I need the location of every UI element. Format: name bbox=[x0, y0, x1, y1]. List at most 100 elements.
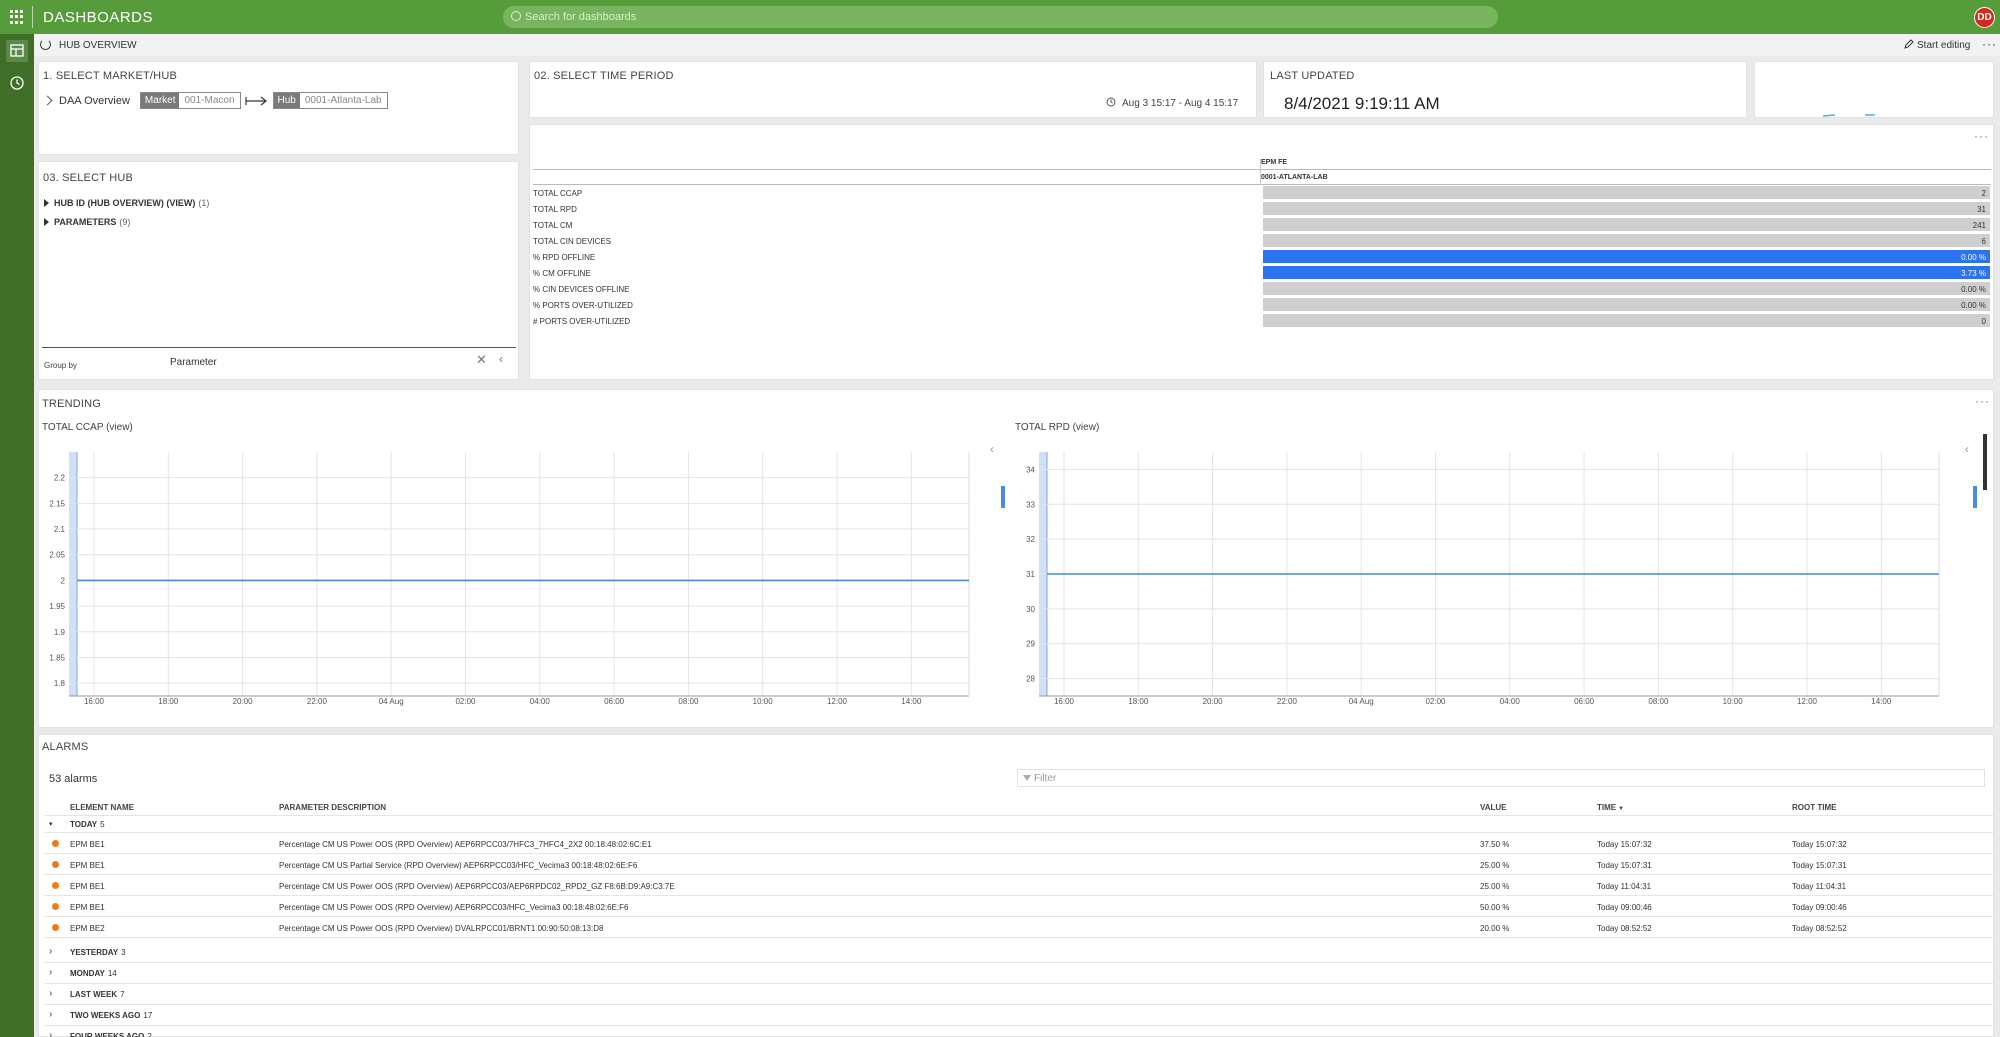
trending-more-icon[interactable]: ··· bbox=[1975, 394, 1990, 408]
search-placeholder: Search for dashboards bbox=[525, 11, 637, 23]
kpi-value-cell[interactable]: 0 bbox=[1263, 314, 1990, 327]
kpi-column-header: EPM FE bbox=[1261, 159, 1288, 166]
search-icon bbox=[511, 11, 521, 21]
start-editing-button[interactable]: Start editing bbox=[1904, 39, 1970, 51]
alarm-row[interactable]: EPM BE1 Percentage CM US Power OOS (RPD O… bbox=[44, 836, 1994, 853]
kpi-row: TOTAL CCAP 2 bbox=[533, 186, 2000, 199]
expand-chevron-icon[interactable] bbox=[42, 95, 53, 106]
kpi-more-icon[interactable]: ··· bbox=[1974, 129, 1989, 143]
expand-triangle-icon bbox=[44, 218, 49, 226]
alarm-cell-root: Today 15:07:31 bbox=[1792, 861, 1847, 870]
chart-range-band bbox=[69, 452, 77, 696]
alarm-severity-icon bbox=[52, 903, 59, 910]
kpi-value-cell[interactable]: 31 bbox=[1263, 202, 1990, 215]
kpi-value-cell[interactable]: 0.00 % bbox=[1263, 282, 1990, 295]
chart-ccap: 16:00 18:00 20:00 22:00 04 Aug 02:00 04:00 06:0… bbox=[49, 452, 970, 706]
tree-item-hub-id[interactable]: HUB ID (HUB OVERVIEW) (VIEW) (1) bbox=[44, 198, 209, 208]
time-range-picker[interactable]: Aug 3 15:17 - Aug 4 15:17 bbox=[1106, 97, 1238, 109]
alarm-row[interactable]: EPM BE1 Percentage CM US Partial Service … bbox=[44, 857, 1994, 874]
alarm-cell-element: EPM BE1 bbox=[70, 861, 105, 870]
chart-x-tick-label: 18:00 bbox=[158, 697, 179, 706]
chart-y-tick-label: 34 bbox=[1026, 465, 1035, 474]
alarm-cell-element: EPM BE1 bbox=[70, 882, 105, 891]
chart-x-tick-label: 22:00 bbox=[307, 697, 328, 706]
chart-x-tick-label: 06:00 bbox=[1574, 697, 1595, 706]
kpi-row: # PORTS OVER-UTILIZED 0 bbox=[533, 314, 2000, 327]
chart-rpd-scroll-handle[interactable] bbox=[1973, 486, 1977, 508]
user-avatar[interactable]: DD bbox=[1974, 7, 1995, 28]
alarm-row[interactable]: EPM BE1 Percentage CM US Power OOS (RPD O… bbox=[44, 899, 1994, 916]
alarms-count: 53 alarms bbox=[49, 773, 98, 785]
col-value[interactable]: VALUE bbox=[1480, 803, 1507, 812]
expand-chevron-icon: › bbox=[49, 1009, 53, 1020]
pencil-icon bbox=[1904, 39, 1914, 49]
chart-y-tick-label: 1.8 bbox=[54, 679, 66, 688]
clear-icon[interactable]: ✕ bbox=[476, 352, 487, 368]
tree-item-parameters[interactable]: PARAMETERS (9) bbox=[44, 217, 130, 227]
chart-y-tick-label: 2.2 bbox=[54, 474, 66, 483]
chart-x-tick-label: 14:00 bbox=[1871, 697, 1892, 706]
kpi-row: TOTAL CIN DEVICES 6 bbox=[533, 234, 2000, 247]
alarm-cell-value: 50.00 % bbox=[1480, 903, 1510, 912]
chart-x-tick-label: 06:00 bbox=[604, 697, 625, 706]
page-header: HUB OVERVIEW Start editing ··· bbox=[34, 34, 2000, 56]
alarm-row[interactable]: EPM BE2 Percentage CM US Power OOS (RPD O… bbox=[44, 920, 1994, 937]
chart-x-tick-label: 08:00 bbox=[1648, 697, 1669, 706]
kpi-label: # PORTS OVER-UTILIZED bbox=[533, 317, 631, 326]
col-root-time[interactable]: ROOT TIME bbox=[1792, 803, 1836, 812]
alarm-severity-icon bbox=[52, 840, 59, 847]
kpi-row: % PORTS OVER-UTILIZED 0.00 % bbox=[533, 298, 2000, 311]
kpi-value-cell[interactable]: 0.00 % bbox=[1263, 298, 1990, 311]
alarm-row[interactable]: EPM BE1 Percentage CM US Power OOS (RPD O… bbox=[44, 878, 1994, 895]
market-tag-key: Market bbox=[140, 93, 180, 108]
alarm-cell-value: 20.00 % bbox=[1480, 924, 1510, 933]
market-tag-value: 001-Macon bbox=[184, 95, 235, 106]
kpi-value-cell[interactable]: 241 bbox=[1263, 218, 1990, 231]
chart-ccap-scroll-handle[interactable] bbox=[1001, 486, 1005, 508]
kpi-label: TOTAL CIN DEVICES bbox=[533, 237, 612, 246]
groupby-input[interactable]: Parameter bbox=[162, 352, 414, 374]
kpi-value-cell[interactable]: 6 bbox=[1263, 234, 1990, 247]
dashboard-search-input[interactable]: Search for dashboards bbox=[503, 6, 1498, 28]
col-element-name[interactable]: ELEMENT NAME bbox=[70, 803, 134, 812]
chart-y-tick-label: 1.95 bbox=[49, 602, 65, 611]
chart-title-ccap: TOTAL CCAP (view) bbox=[42, 422, 133, 433]
start-editing-label: Start editing bbox=[1917, 40, 1971, 51]
trending-panel: TRENDING ··· TOTAL CCAP (view) TOTAL RPD… bbox=[38, 389, 1994, 728]
group-count: 14 bbox=[107, 969, 117, 978]
chart-y-tick-label: 2 bbox=[61, 576, 66, 585]
kpi-value-cell[interactable]: 2 bbox=[1263, 186, 1990, 199]
col-time[interactable]: TIME ▼ bbox=[1597, 803, 1624, 812]
group-count: 5 bbox=[100, 820, 105, 829]
refresh-icon[interactable] bbox=[40, 39, 51, 50]
nav-dashboards-icon[interactable] bbox=[6, 40, 28, 62]
alarm-cell-param: Percentage CM US Power OOS (RPD Overview… bbox=[279, 903, 629, 912]
chart-x-tick-label: 10:00 bbox=[753, 697, 774, 706]
kpi-col-divider bbox=[1260, 159, 1261, 185]
breadcrumb-root[interactable]: DAA Overview bbox=[59, 95, 130, 107]
page-more-icon[interactable]: ··· bbox=[1982, 37, 1997, 51]
alarms-filter-input[interactable]: Filter bbox=[1017, 769, 1985, 787]
chart-x-tick-label: 04 Aug bbox=[379, 697, 404, 706]
alarm-severity-icon bbox=[52, 861, 59, 868]
group-label: FOUR WEEKS AGO bbox=[70, 1032, 145, 1037]
tree-item-count: (1) bbox=[198, 198, 210, 208]
app-title[interactable]: DASHBOARDS bbox=[43, 9, 153, 26]
kpi-row: % CIN DEVICES OFFLINE 0.00 % bbox=[533, 282, 2000, 295]
chart-ccap-collapse-icon[interactable]: ‹ bbox=[990, 442, 994, 456]
kpi-value-cell[interactable]: 3.73 % bbox=[1263, 266, 1990, 279]
market-tag[interactable]: Market 001-Macon bbox=[139, 92, 241, 109]
chart-y-tick-label: 2.1 bbox=[54, 525, 66, 534]
select-hub-panel: 03. SELECT HUB HUB ID (HUB OVERVIEW) (VI… bbox=[38, 161, 519, 380]
chart-x-tick-label: 02:00 bbox=[1425, 697, 1446, 706]
app-launcher-icon[interactable] bbox=[8, 8, 26, 26]
col-parameter-description[interactable]: PARAMETER DESCRIPTION bbox=[279, 803, 386, 812]
alarm-cell-value: 25.00 % bbox=[1480, 882, 1510, 891]
kpi-value-cell[interactable]: 0.00 % bbox=[1263, 250, 1990, 263]
chart-rpd-collapse-icon[interactable]: ‹ bbox=[1965, 442, 1969, 456]
chevron-left-icon[interactable]: ‹ bbox=[499, 352, 503, 366]
row-line bbox=[44, 916, 1994, 917]
trending-scrollbar[interactable] bbox=[1983, 434, 1987, 490]
nav-history-icon[interactable] bbox=[6, 72, 28, 94]
hub-tag[interactable]: Hub 0001-Atlanta-Lab bbox=[272, 92, 388, 109]
